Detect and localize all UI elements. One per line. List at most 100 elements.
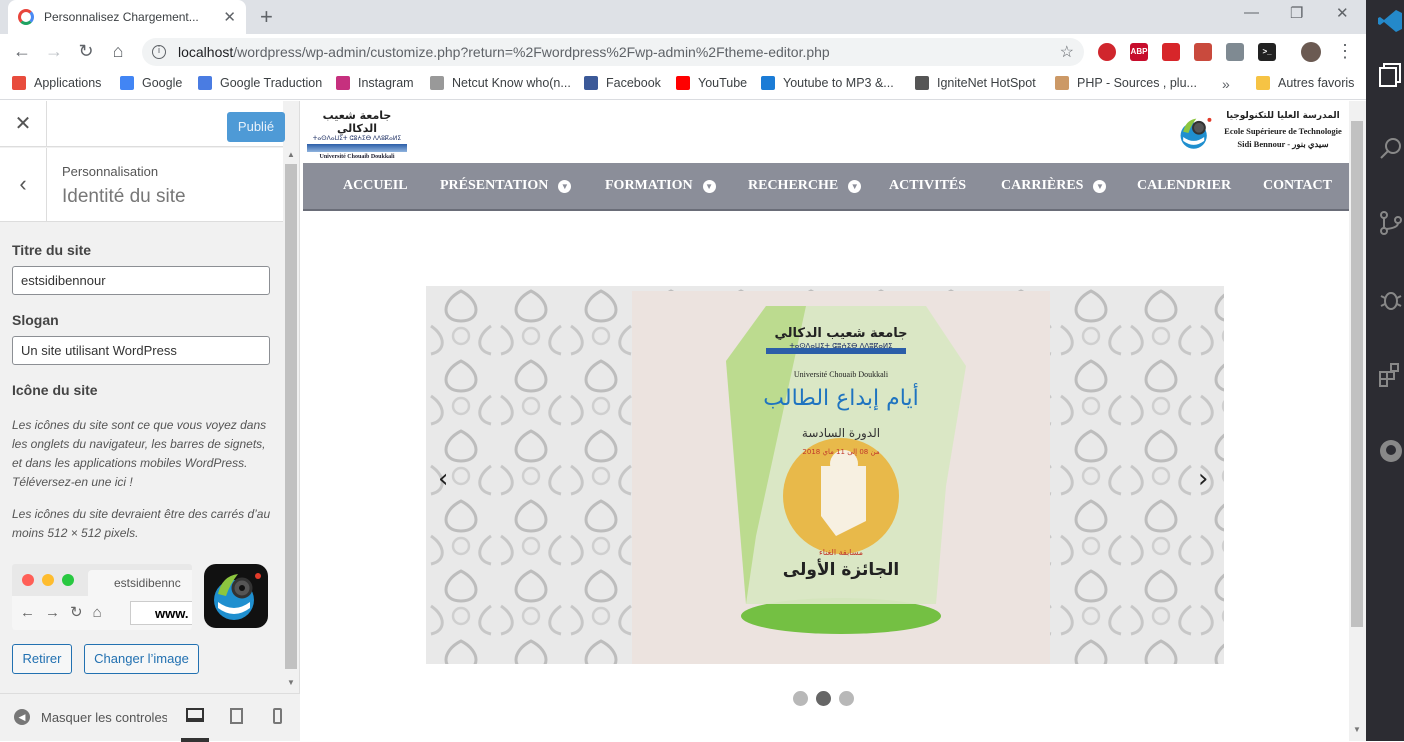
back-icon[interactable]: ← [11, 41, 33, 62]
remove-icon-button[interactable]: Retirer [12, 644, 72, 674]
browser-tab[interactable]: Personnalisez Chargement... ✕ [8, 0, 246, 34]
slide-indicator-dot[interactable] [839, 691, 854, 706]
terminal-ext-icon[interactable]: >_ [1258, 43, 1276, 61]
new-tab-button[interactable]: + [260, 4, 273, 30]
bookmark-item[interactable]: Netcut Know who(n... [430, 76, 571, 90]
sidebar-scroll-thumb[interactable] [285, 164, 297, 669]
reload-icon[interactable]: ↻ [75, 41, 97, 62]
dropdown-caret-icon[interactable]: ▼ [848, 179, 862, 193]
change-image-button[interactable]: Changer l’image [84, 644, 199, 674]
sidebar-scrollbar[interactable]: ▲ ▼ [284, 148, 298, 691]
site-title-label: Titre du site [12, 242, 92, 258]
mp3-icon [761, 76, 775, 90]
preview-scrollbar[interactable]: ▼ [1349, 101, 1366, 741]
bookmark-item[interactable]: Google [120, 76, 182, 90]
dropdown-caret-icon[interactable]: ▼ [702, 179, 716, 193]
blocker-ext-icon[interactable] [1194, 43, 1212, 61]
window-close-icon[interactable]: ✕ [1336, 4, 1349, 22]
desktop-active-indicator [181, 738, 209, 742]
nav-item[interactable]: RECHERCHE ▼ [748, 178, 862, 194]
trophy-dates: من 08 إلى 11 ماي 2018 [802, 448, 880, 456]
site-icon-label: Icône du site [12, 382, 98, 398]
address-bar[interactable]: i localhost/wordpress/wp-admin/customize… [142, 38, 1084, 66]
preview-nav-icons: ←→↻⌂ [20, 604, 112, 621]
source-control-icon[interactable] [1378, 210, 1404, 236]
profile-avatar[interactable] [1301, 42, 1321, 62]
forward-icon[interactable]: → [43, 41, 65, 62]
browser-window: Personnalisez Chargement... ✕ + — ❐ ✕ ← … [0, 0, 1366, 742]
slider-next-arrow[interactable]: › [1198, 464, 1208, 494]
nav-item[interactable]: ACCUEIL [343, 178, 408, 194]
hide-controls-icon[interactable]: ◀ [14, 709, 30, 725]
preview-scroll-down-icon[interactable]: ▼ [1353, 725, 1361, 734]
more-bookmarks-icon[interactable]: » [1222, 76, 1230, 92]
menu-kebab-icon[interactable]: ⋮ [1334, 41, 1356, 62]
customizer-sidebar: ✕ Publié ‹ Personnalisation Identité du … [0, 101, 300, 742]
yellow-dot-icon [42, 574, 54, 586]
bookmarks-bar: » Autres favoris Applications Google Googl… [0, 70, 1366, 100]
browser-toolbar: ← → ↻ ⌂ i localhost/wordpress/wp-admin/c… [0, 34, 1366, 70]
publish-button[interactable]: Publié [227, 112, 285, 142]
nav-item[interactable]: CONTACT [1263, 178, 1332, 194]
bookmark-item[interactable]: IgniteNet HotSpot [915, 76, 1036, 90]
extensions-icon[interactable] [1378, 362, 1404, 388]
slider-prev-arrow[interactable]: ‹ [438, 464, 448, 494]
close-tab-icon[interactable]: ✕ [223, 8, 236, 26]
close-customizer-icon[interactable]: ✕ [0, 101, 47, 147]
mobile-preview-icon[interactable] [273, 708, 282, 724]
nav-item[interactable]: CALENDRIER [1137, 178, 1231, 194]
nav-item[interactable]: ACTIVITÉS [889, 178, 966, 194]
bookmark-item[interactable]: Google Traduction [198, 76, 322, 90]
vscode-activity-bar [1366, 0, 1404, 741]
globe-icon [915, 76, 929, 90]
section-header: ‹ Personnalisation Identité du site [0, 148, 283, 222]
scroll-down-icon[interactable]: ▼ [287, 678, 295, 687]
dropdown-caret-icon[interactable]: ▼ [558, 179, 572, 193]
site-info-icon[interactable]: i [152, 45, 166, 59]
school-logo-icon [1180, 117, 1212, 149]
nav-item[interactable]: FORMATION ▼ [605, 178, 716, 194]
wordpress-favicon-icon [18, 9, 34, 25]
bookmark-label: Google Traduction [220, 76, 323, 90]
hide-controls-label[interactable]: Masquer les controles [41, 710, 167, 725]
home-icon[interactable]: ⌂ [107, 41, 129, 62]
scroll-up-icon[interactable]: ▲ [287, 150, 295, 159]
video-ext-icon[interactable] [1162, 43, 1180, 61]
site-title-input[interactable]: estsidibennour [12, 266, 270, 295]
nav-item[interactable]: CARRIÈRES ▼ [1001, 178, 1107, 194]
nav-item[interactable]: PRÉSENTATION ▼ [440, 178, 572, 194]
youtube-icon [676, 76, 690, 90]
site-preview: جامعة شعيب الدكالي ⵜⴰⵙⴷⴰⵡⵉⵜ ⵛⵓⵄⵉⴱ ⴷⴷⵓⴽⴰⵍ… [300, 101, 1366, 741]
search-icon[interactable] [1378, 136, 1404, 162]
nav-item-label: CARRIÈRES [1001, 178, 1084, 193]
minimize-icon[interactable]: — [1244, 4, 1259, 21]
tablet-preview-icon[interactable] [230, 708, 243, 724]
bookmark-item[interactable]: YouTube [676, 76, 747, 90]
bookmark-item[interactable]: PHP - Sources , plu... [1055, 76, 1197, 90]
tagline-input[interactable]: Un site utilisant WordPress [12, 336, 270, 365]
slide-indicator-dot[interactable] [816, 691, 831, 706]
maximize-icon[interactable]: ❐ [1290, 4, 1303, 22]
preview-scroll-thumb[interactable] [1351, 121, 1363, 627]
explorer-icon[interactable] [1378, 62, 1404, 88]
bookmark-item[interactable]: Applications [12, 76, 101, 90]
desktop-preview-icon[interactable] [186, 708, 204, 722]
slide-indicator-dot[interactable] [793, 691, 808, 706]
university-logo-tifinagh: ⵜⴰⵙⴷⴰⵡⵉⵜ ⵛⵓⵄⵉⴱ ⴷⴷⵓⴽⴰⵍⵉ [312, 135, 402, 142]
debug-icon[interactable] [1378, 286, 1404, 312]
bookmark-item[interactable]: Instagram [336, 76, 414, 90]
site-icon-size-hint: Les icônes du site devraient être des ca… [12, 507, 271, 540]
image-ext-icon[interactable] [1226, 43, 1244, 61]
github-icon[interactable] [1378, 438, 1404, 464]
abp-icon[interactable]: ABP [1130, 43, 1148, 61]
adblock-icon[interactable] [1098, 43, 1116, 61]
bookmark-item[interactable]: Youtube to MP3 &... [761, 76, 894, 90]
other-bookmarks-folder[interactable]: Autres favoris [1256, 76, 1354, 90]
bookmark-star-icon[interactable]: ☆ [1060, 42, 1074, 62]
bookmark-item[interactable]: Facebook [584, 76, 661, 90]
red-dot-icon [22, 574, 34, 586]
trophy-uni-latin: Université Chouaib Doukkali [793, 370, 889, 379]
nav-item-label: CONTACT [1263, 178, 1332, 193]
dropdown-caret-icon[interactable]: ▼ [1093, 179, 1107, 193]
back-chevron-icon[interactable]: ‹ [0, 148, 47, 222]
